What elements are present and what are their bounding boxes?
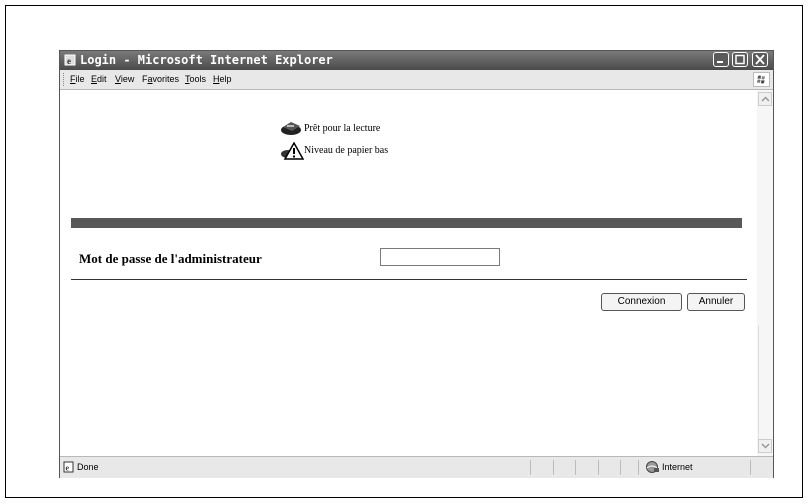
status-text: Done <box>77 462 99 472</box>
ie-icon: e <box>64 54 76 66</box>
menu-edit[interactable]: Edit <box>91 74 107 84</box>
scroll-track <box>758 325 759 445</box>
windows-flag-icon <box>753 72 770 87</box>
scroll-down-button[interactable] <box>758 439 772 453</box>
menu-favorites[interactable]: Favorites <box>142 74 179 84</box>
password-input[interactable] <box>380 248 500 266</box>
globe-icon <box>646 461 659 473</box>
status-separator <box>530 460 531 475</box>
header-bar <box>71 218 742 228</box>
maximize-button[interactable] <box>732 52 748 67</box>
printer-ready-text: Prêt pour la lecture <box>304 123 381 134</box>
connect-button[interactable]: Connexion <box>601 293 682 311</box>
scroll-down-icon <box>761 443 770 449</box>
menu-help[interactable]: Help <box>213 74 232 84</box>
window-title: Login - Microsoft Internet Explorer <box>80 53 333 67</box>
close-icon <box>755 54 765 65</box>
browser-window: e Login - Microsoft Internet Explorer Fi… <box>59 50 774 478</box>
status-separator <box>553 460 554 475</box>
svg-text:e: e <box>66 464 70 473</box>
status-bar: e Done Internet <box>60 456 773 478</box>
status-separator <box>575 460 576 475</box>
status-separator <box>638 460 639 475</box>
title-bar[interactable]: e Login - Microsoft Internet Explorer <box>60 51 773 70</box>
close-button[interactable] <box>752 52 768 67</box>
page-icon: e <box>63 461 74 473</box>
menu-view[interactable]: View <box>115 74 134 84</box>
toolbar-grip[interactable] <box>63 73 66 86</box>
scroll-up-button[interactable] <box>758 92 772 106</box>
svg-text:e: e <box>67 56 71 66</box>
screenshot-frame: e Login - Microsoft Internet Explorer Fi… <box>5 5 803 498</box>
scroll-up-icon <box>761 96 770 102</box>
divider <box>71 279 747 280</box>
status-separator <box>750 460 751 475</box>
security-zone: Internet <box>662 462 693 472</box>
password-label: Mot de passe de l'administrateur <box>79 251 262 266</box>
menu-file[interactable]: File <box>70 74 85 84</box>
vertical-scrollbar[interactable] <box>757 90 773 456</box>
page-content: Prêt pour la lecture Niveau de papier ba… <box>60 90 773 456</box>
paper-low-text: Niveau de papier bas <box>304 145 389 156</box>
minimize-button[interactable] <box>713 52 729 67</box>
maximize-icon <box>735 54 745 65</box>
status-separator <box>620 460 621 475</box>
minimize-icon <box>717 61 723 63</box>
menu-bar: File Edit View Favorites Tools Help <box>60 70 773 90</box>
cancel-button[interactable]: Annuler <box>687 293 745 311</box>
printer-icon <box>281 122 301 135</box>
menu-tools[interactable]: Tools <box>185 74 206 84</box>
status-separator <box>598 460 599 475</box>
warning-icon <box>281 142 304 160</box>
